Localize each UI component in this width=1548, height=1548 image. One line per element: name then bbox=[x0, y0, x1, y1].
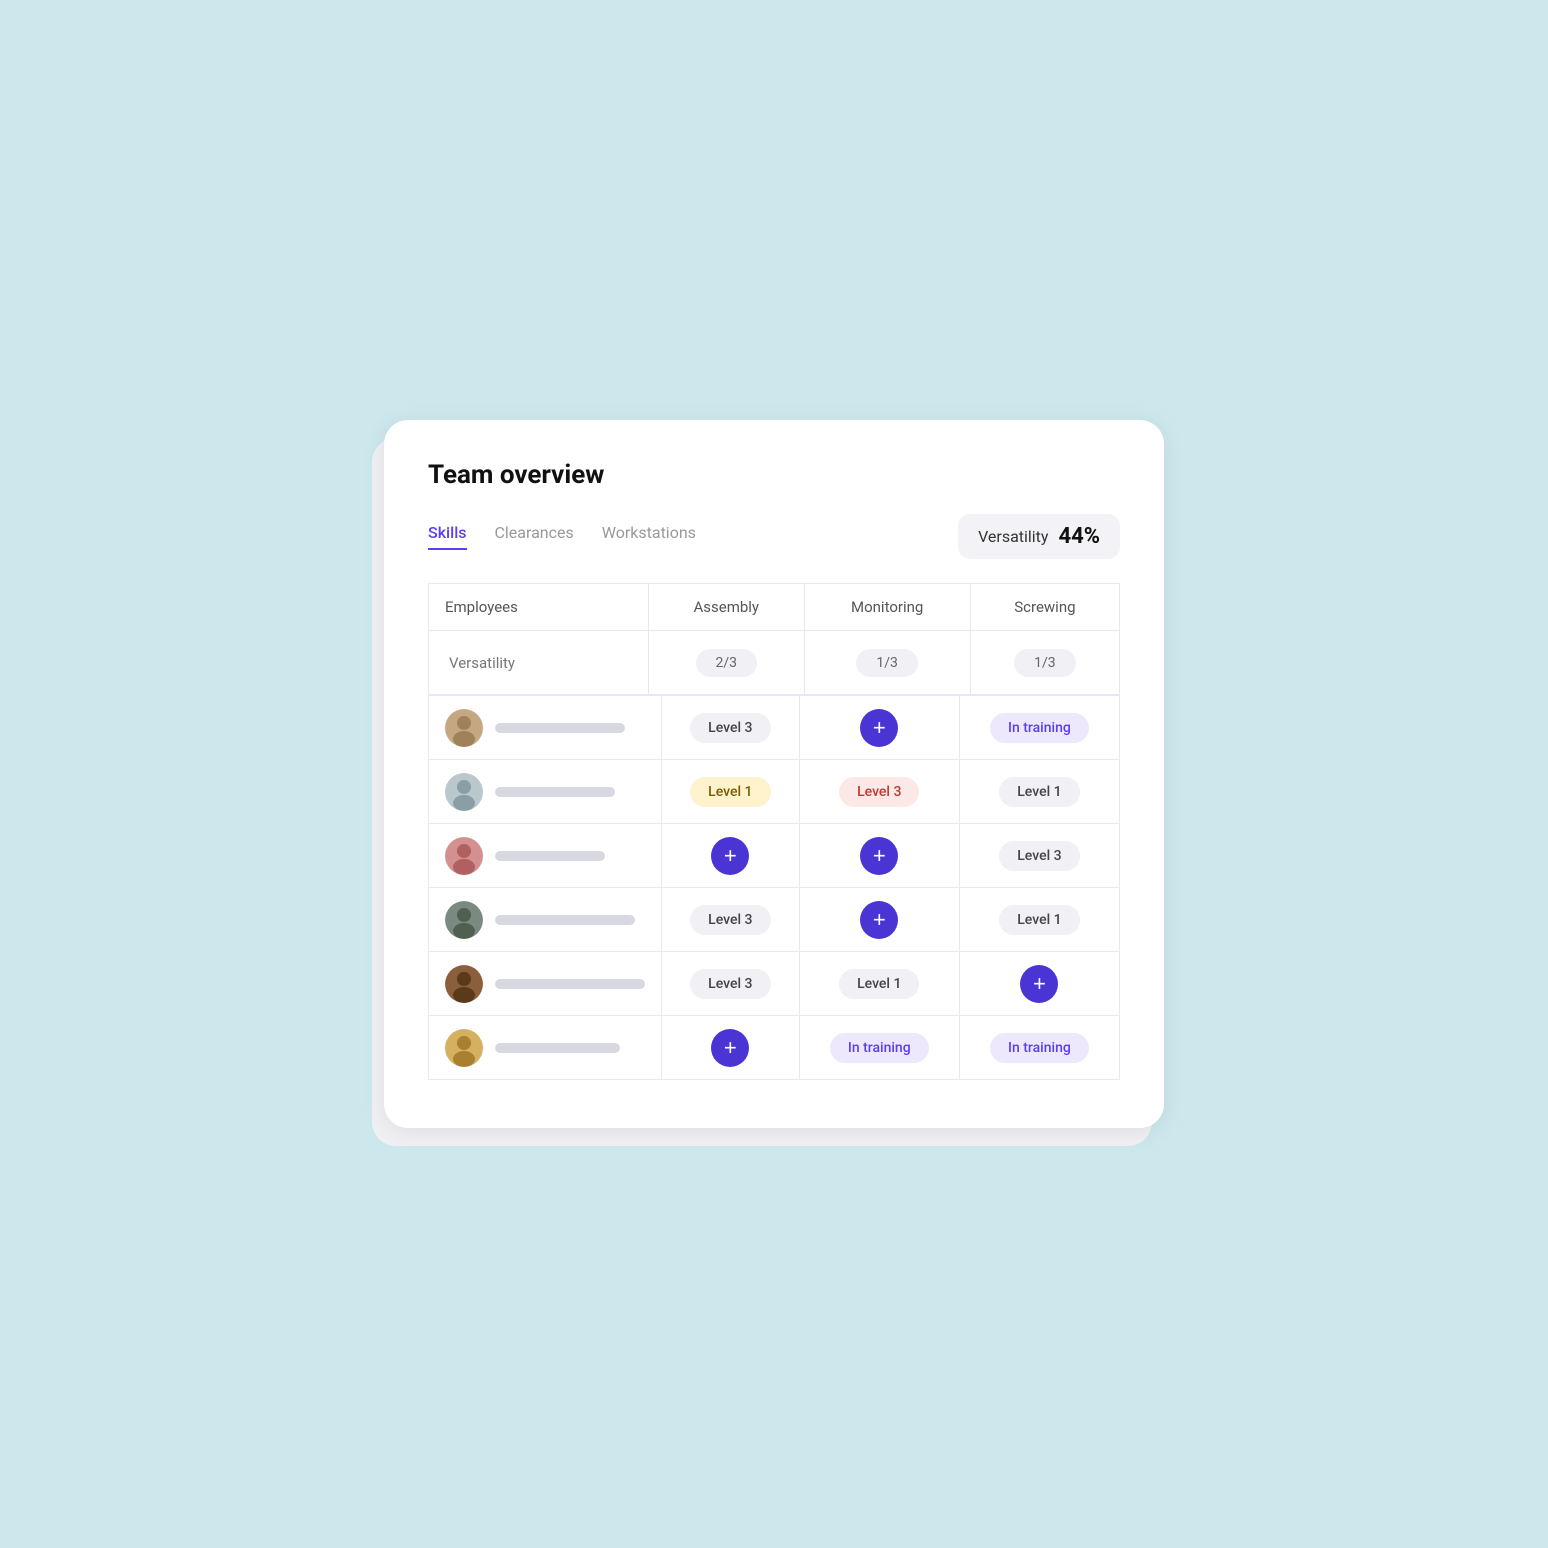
employee-cell bbox=[429, 696, 662, 760]
skill-cell-2: Level 1 bbox=[959, 760, 1119, 824]
add-skill-button[interactable] bbox=[711, 837, 749, 875]
employee-table: Level 3In training Level 1Level 3Level 1… bbox=[428, 695, 1120, 1080]
skill-badge[interactable]: Level 3 bbox=[999, 841, 1079, 871]
employee-cell bbox=[429, 1016, 662, 1080]
employee-name-bar bbox=[495, 851, 605, 861]
table-row: Level 3 Level 1 bbox=[429, 952, 1120, 1016]
table-row: Level 1 Level 3 Level 1 bbox=[429, 760, 1120, 824]
skill-badge[interactable]: Level 3 bbox=[690, 969, 770, 999]
skill-badge[interactable]: In training bbox=[990, 1033, 1089, 1063]
add-skill-button[interactable] bbox=[860, 709, 898, 747]
employee-cell bbox=[429, 952, 662, 1016]
employee-name-bar bbox=[495, 723, 625, 733]
skill-cell-2: In training bbox=[959, 696, 1119, 760]
skill-cell-1 bbox=[799, 696, 959, 760]
versatility-label: Versatility bbox=[978, 527, 1048, 546]
skill-badge[interactable]: In training bbox=[990, 713, 1089, 743]
avatar bbox=[445, 901, 483, 939]
table-row: Level 3 In training bbox=[429, 696, 1120, 760]
col-screwing: Screwing bbox=[970, 584, 1119, 631]
tabs: Skills Clearances Workstations bbox=[428, 523, 696, 550]
add-skill-button[interactable] bbox=[1020, 965, 1058, 1003]
versatility-badge: Versatility 44% bbox=[958, 514, 1120, 559]
employee-name-bar bbox=[495, 787, 615, 797]
versatility-row: Versatility 2/3 1/3 1/3 bbox=[429, 631, 1120, 695]
skill-badge[interactable]: Level 3 bbox=[690, 905, 770, 935]
header-row: Skills Clearances Workstations Versatili… bbox=[428, 514, 1120, 559]
col-employees: Employees bbox=[429, 584, 649, 631]
versatility-assembly: 2/3 bbox=[649, 631, 805, 695]
avatar bbox=[445, 1029, 483, 1067]
skill-cell-2: Level 1 bbox=[959, 888, 1119, 952]
page-title: Team overview bbox=[428, 460, 1120, 490]
table-row: In training In training bbox=[429, 1016, 1120, 1080]
versatility-row-label: Versatility bbox=[429, 631, 649, 695]
versatility-monitoring: 1/3 bbox=[804, 631, 970, 695]
versatility-screwing: 1/3 bbox=[970, 631, 1119, 695]
skill-cell-1: In training bbox=[799, 1016, 959, 1080]
employee-cell bbox=[429, 888, 662, 952]
skill-cell-0: Level 3 bbox=[662, 888, 800, 952]
skill-cell-0 bbox=[662, 824, 800, 888]
skill-cell-1 bbox=[799, 888, 959, 952]
skill-cell-0: Level 3 bbox=[662, 696, 800, 760]
skill-cell-2: In training bbox=[959, 1016, 1119, 1080]
table-row: Level 3 bbox=[429, 824, 1120, 888]
employee-name-bar bbox=[495, 979, 645, 989]
skill-cell-1 bbox=[799, 824, 959, 888]
avatar bbox=[445, 837, 483, 875]
avatar bbox=[445, 773, 483, 811]
skill-cell-1: Level 3 bbox=[799, 760, 959, 824]
skill-badge[interactable]: Level 1 bbox=[690, 777, 770, 807]
versatility-value: 44% bbox=[1058, 524, 1100, 549]
skill-cell-0: Level 1 bbox=[662, 760, 800, 824]
table-header-row: Employees Assembly Monitoring Screwing bbox=[429, 584, 1120, 631]
skill-badge[interactable]: Level 1 bbox=[999, 777, 1079, 807]
col-monitoring: Monitoring bbox=[804, 584, 970, 631]
employee-cell bbox=[429, 760, 662, 824]
tab-workstations[interactable]: Workstations bbox=[602, 523, 696, 550]
col-assembly: Assembly bbox=[649, 584, 805, 631]
avatar bbox=[445, 965, 483, 1003]
skill-badge[interactable]: Level 3 bbox=[839, 777, 919, 807]
main-card: Team overview Skills Clearances Workstat… bbox=[384, 420, 1164, 1128]
employee-name-bar bbox=[495, 915, 635, 925]
add-skill-button[interactable] bbox=[860, 837, 898, 875]
skills-table: Employees Assembly Monitoring Screwing V… bbox=[428, 583, 1120, 695]
skill-badge[interactable]: Level 3 bbox=[690, 713, 770, 743]
table-row: Level 3 Level 1 bbox=[429, 888, 1120, 952]
employee-cell bbox=[429, 824, 662, 888]
skill-badge[interactable]: Level 1 bbox=[839, 969, 919, 999]
skill-badge[interactable]: Level 1 bbox=[999, 905, 1079, 935]
avatar bbox=[445, 709, 483, 747]
skill-cell-0 bbox=[662, 1016, 800, 1080]
skill-cell-2: Level 3 bbox=[959, 824, 1119, 888]
employee-name-bar bbox=[495, 1043, 620, 1053]
add-skill-button[interactable] bbox=[711, 1029, 749, 1067]
tab-clearances[interactable]: Clearances bbox=[495, 523, 574, 550]
add-skill-button[interactable] bbox=[860, 901, 898, 939]
skill-cell-0: Level 3 bbox=[662, 952, 800, 1016]
tab-skills[interactable]: Skills bbox=[428, 523, 467, 550]
skill-cell-1: Level 1 bbox=[799, 952, 959, 1016]
skill-cell-2 bbox=[959, 952, 1119, 1016]
skill-badge[interactable]: In training bbox=[830, 1033, 929, 1063]
